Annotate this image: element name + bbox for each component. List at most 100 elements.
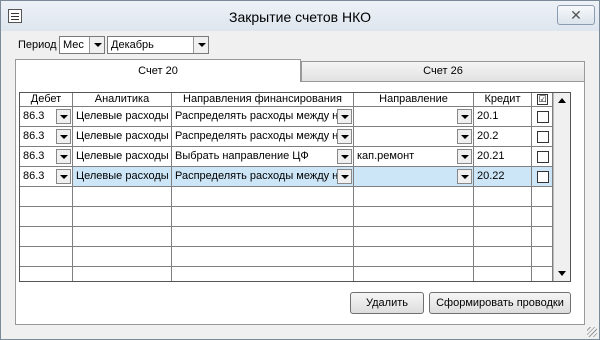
table-row-cell-empty[interactable]	[73, 247, 172, 267]
generate-entries-button[interactable]: Сформировать проводки	[429, 292, 571, 314]
table-row-cell-empty[interactable]	[354, 227, 474, 247]
period-unit-select[interactable]: Мес	[59, 36, 105, 54]
table-row-cell-empty[interactable]	[532, 267, 553, 281]
table-row-cell-check[interactable]	[532, 107, 553, 127]
table-row-cell-empty[interactable]	[172, 187, 354, 207]
debet-value: 86.3	[23, 130, 45, 142]
table-row-cell-direction[interactable]	[354, 107, 474, 127]
accounts-table: Дебет Аналитика Направления финансирован…	[19, 92, 571, 282]
table-row-cell-empty[interactable]	[474, 187, 532, 207]
table-row-cell-empty[interactable]	[474, 207, 532, 227]
chevron-down-icon[interactable]	[457, 169, 472, 184]
chevron-down-icon[interactable]	[457, 109, 472, 124]
table-row-cell-check[interactable]	[532, 127, 553, 147]
table-row-cell-direction[interactable]	[354, 127, 474, 147]
table-row-cell-empty[interactable]	[73, 267, 172, 281]
column-header-check[interactable]: ☑	[532, 93, 553, 107]
scroll-down-arrow-icon[interactable]	[554, 265, 570, 281]
table-row-cell-debet[interactable]: 86.3	[20, 127, 73, 147]
table-row-cell-empty[interactable]	[73, 227, 172, 247]
table-row-cell-debet[interactable]: 86.3	[20, 147, 73, 167]
chevron-down-icon[interactable]	[56, 149, 71, 164]
table-row-cell-analytics[interactable]: Целевые расходы	[73, 167, 172, 187]
chevron-down-icon[interactable]	[457, 149, 472, 164]
table-row-cell-empty[interactable]	[474, 247, 532, 267]
table-row-cell-funding[interactable]: Распределять расходы между нап	[172, 127, 354, 147]
table-row-cell-empty[interactable]	[532, 207, 553, 227]
chevron-down-icon[interactable]	[56, 169, 71, 184]
table-row-cell-funding[interactable]: Распределять расходы между нап	[172, 107, 354, 127]
table-row-cell-analytics[interactable]: Целевые расходы	[73, 107, 172, 127]
tab-schet-20[interactable]: Счет 20	[15, 59, 301, 82]
table-row-cell-debet[interactable]: 86.3	[20, 107, 73, 127]
direction-value: кап.ремонт	[357, 150, 415, 162]
funding-value: Распределять расходы между нап	[175, 110, 351, 122]
column-header-analytics[interactable]: Аналитика	[73, 93, 172, 107]
table-row-cell-credit[interactable]: 20.2	[474, 127, 532, 147]
chevron-down-icon[interactable]	[337, 109, 352, 124]
row-checkbox[interactable]	[537, 151, 549, 163]
funding-value: Распределять расходы между нап	[175, 130, 351, 142]
chevron-down-icon[interactable]	[337, 169, 352, 184]
row-checkbox[interactable]	[537, 111, 549, 123]
table-row-cell-check[interactable]	[532, 167, 553, 187]
table-row-cell-direction[interactable]	[354, 167, 474, 187]
table-row-cell-empty[interactable]	[354, 267, 474, 281]
chevron-down-icon[interactable]	[457, 129, 472, 144]
table-row-cell-empty[interactable]	[20, 267, 73, 281]
table-row-cell-empty[interactable]	[73, 207, 172, 227]
chevron-down-icon[interactable]	[56, 129, 71, 144]
table-row-cell-analytics[interactable]: Целевые расходы	[73, 147, 172, 167]
table-row-cell-empty[interactable]	[354, 247, 474, 267]
table-row-cell-debet[interactable]: 86.3	[20, 167, 73, 187]
period-month-select[interactable]: Декабрь	[107, 36, 209, 54]
table-row-cell-empty[interactable]	[20, 227, 73, 247]
table-row-cell-empty[interactable]	[20, 207, 73, 227]
table-row-cell-funding[interactable]: Распределять расходы между нап	[172, 167, 354, 187]
column-header-direction[interactable]: Направление	[354, 93, 474, 107]
table-row-cell-empty[interactable]	[172, 247, 354, 267]
close-button[interactable]: ✕	[557, 5, 595, 25]
table-row-cell-credit[interactable]: 20.1	[474, 107, 532, 127]
tab-schet-26[interactable]: Счет 26	[301, 61, 585, 81]
chevron-down-icon[interactable]	[56, 109, 71, 124]
table-row-cell-check[interactable]	[532, 147, 553, 167]
table-row-cell-empty[interactable]	[20, 187, 73, 207]
table-row-cell-analytics[interactable]: Целевые расходы	[73, 127, 172, 147]
debet-value: 86.3	[23, 170, 45, 182]
chevron-down-icon[interactable]	[337, 149, 352, 164]
table-row-cell-credit[interactable]: 20.21	[474, 147, 532, 167]
table-row-cell-direction[interactable]: кап.ремонт	[354, 147, 474, 167]
table-row-cell-empty[interactable]	[532, 247, 553, 267]
table-row-cell-empty[interactable]	[474, 267, 532, 281]
checkbox-header-icon[interactable]: ☑	[537, 94, 548, 105]
chevron-down-icon[interactable]	[89, 37, 104, 53]
column-header-credit[interactable]: Кредит	[474, 93, 532, 107]
table-row-cell-empty[interactable]	[172, 227, 354, 247]
table-row-cell-funding[interactable]: Выбрать направление ЦФ	[172, 147, 354, 167]
close-icon: ✕	[570, 7, 582, 23]
table-row-cell-empty[interactable]	[532, 187, 553, 207]
table-row-cell-empty[interactable]	[354, 187, 474, 207]
table-row-cell-credit[interactable]: 20.22	[474, 167, 532, 187]
table-row-cell-empty[interactable]	[172, 207, 354, 227]
vertical-scrollbar[interactable]	[553, 93, 570, 281]
table-row-cell-empty[interactable]	[474, 227, 532, 247]
table-row-cell-empty[interactable]	[172, 267, 354, 281]
resize-grip-icon[interactable]	[587, 327, 597, 337]
scroll-up-arrow-icon[interactable]	[554, 93, 570, 109]
column-header-funding[interactable]: Направления финансирования	[172, 93, 354, 107]
row-checkbox[interactable]	[537, 171, 549, 183]
table-row-cell-empty[interactable]	[354, 207, 474, 227]
tab-bar: Счет 20 Счет 26	[15, 59, 585, 82]
table-row-cell-empty[interactable]	[73, 187, 172, 207]
table-row-cell-empty[interactable]	[532, 227, 553, 247]
main-window: Закрытие счетов НКО ✕ Период Мес Декабрь…	[0, 0, 600, 340]
chevron-down-icon[interactable]	[193, 37, 208, 53]
funding-value: Распределять расходы между нап	[175, 170, 351, 182]
delete-button[interactable]: Удалить	[350, 292, 424, 314]
chevron-down-icon[interactable]	[337, 129, 352, 144]
row-checkbox[interactable]	[537, 131, 549, 143]
table-row-cell-empty[interactable]	[20, 247, 73, 267]
column-header-debet[interactable]: Дебет	[20, 93, 73, 107]
